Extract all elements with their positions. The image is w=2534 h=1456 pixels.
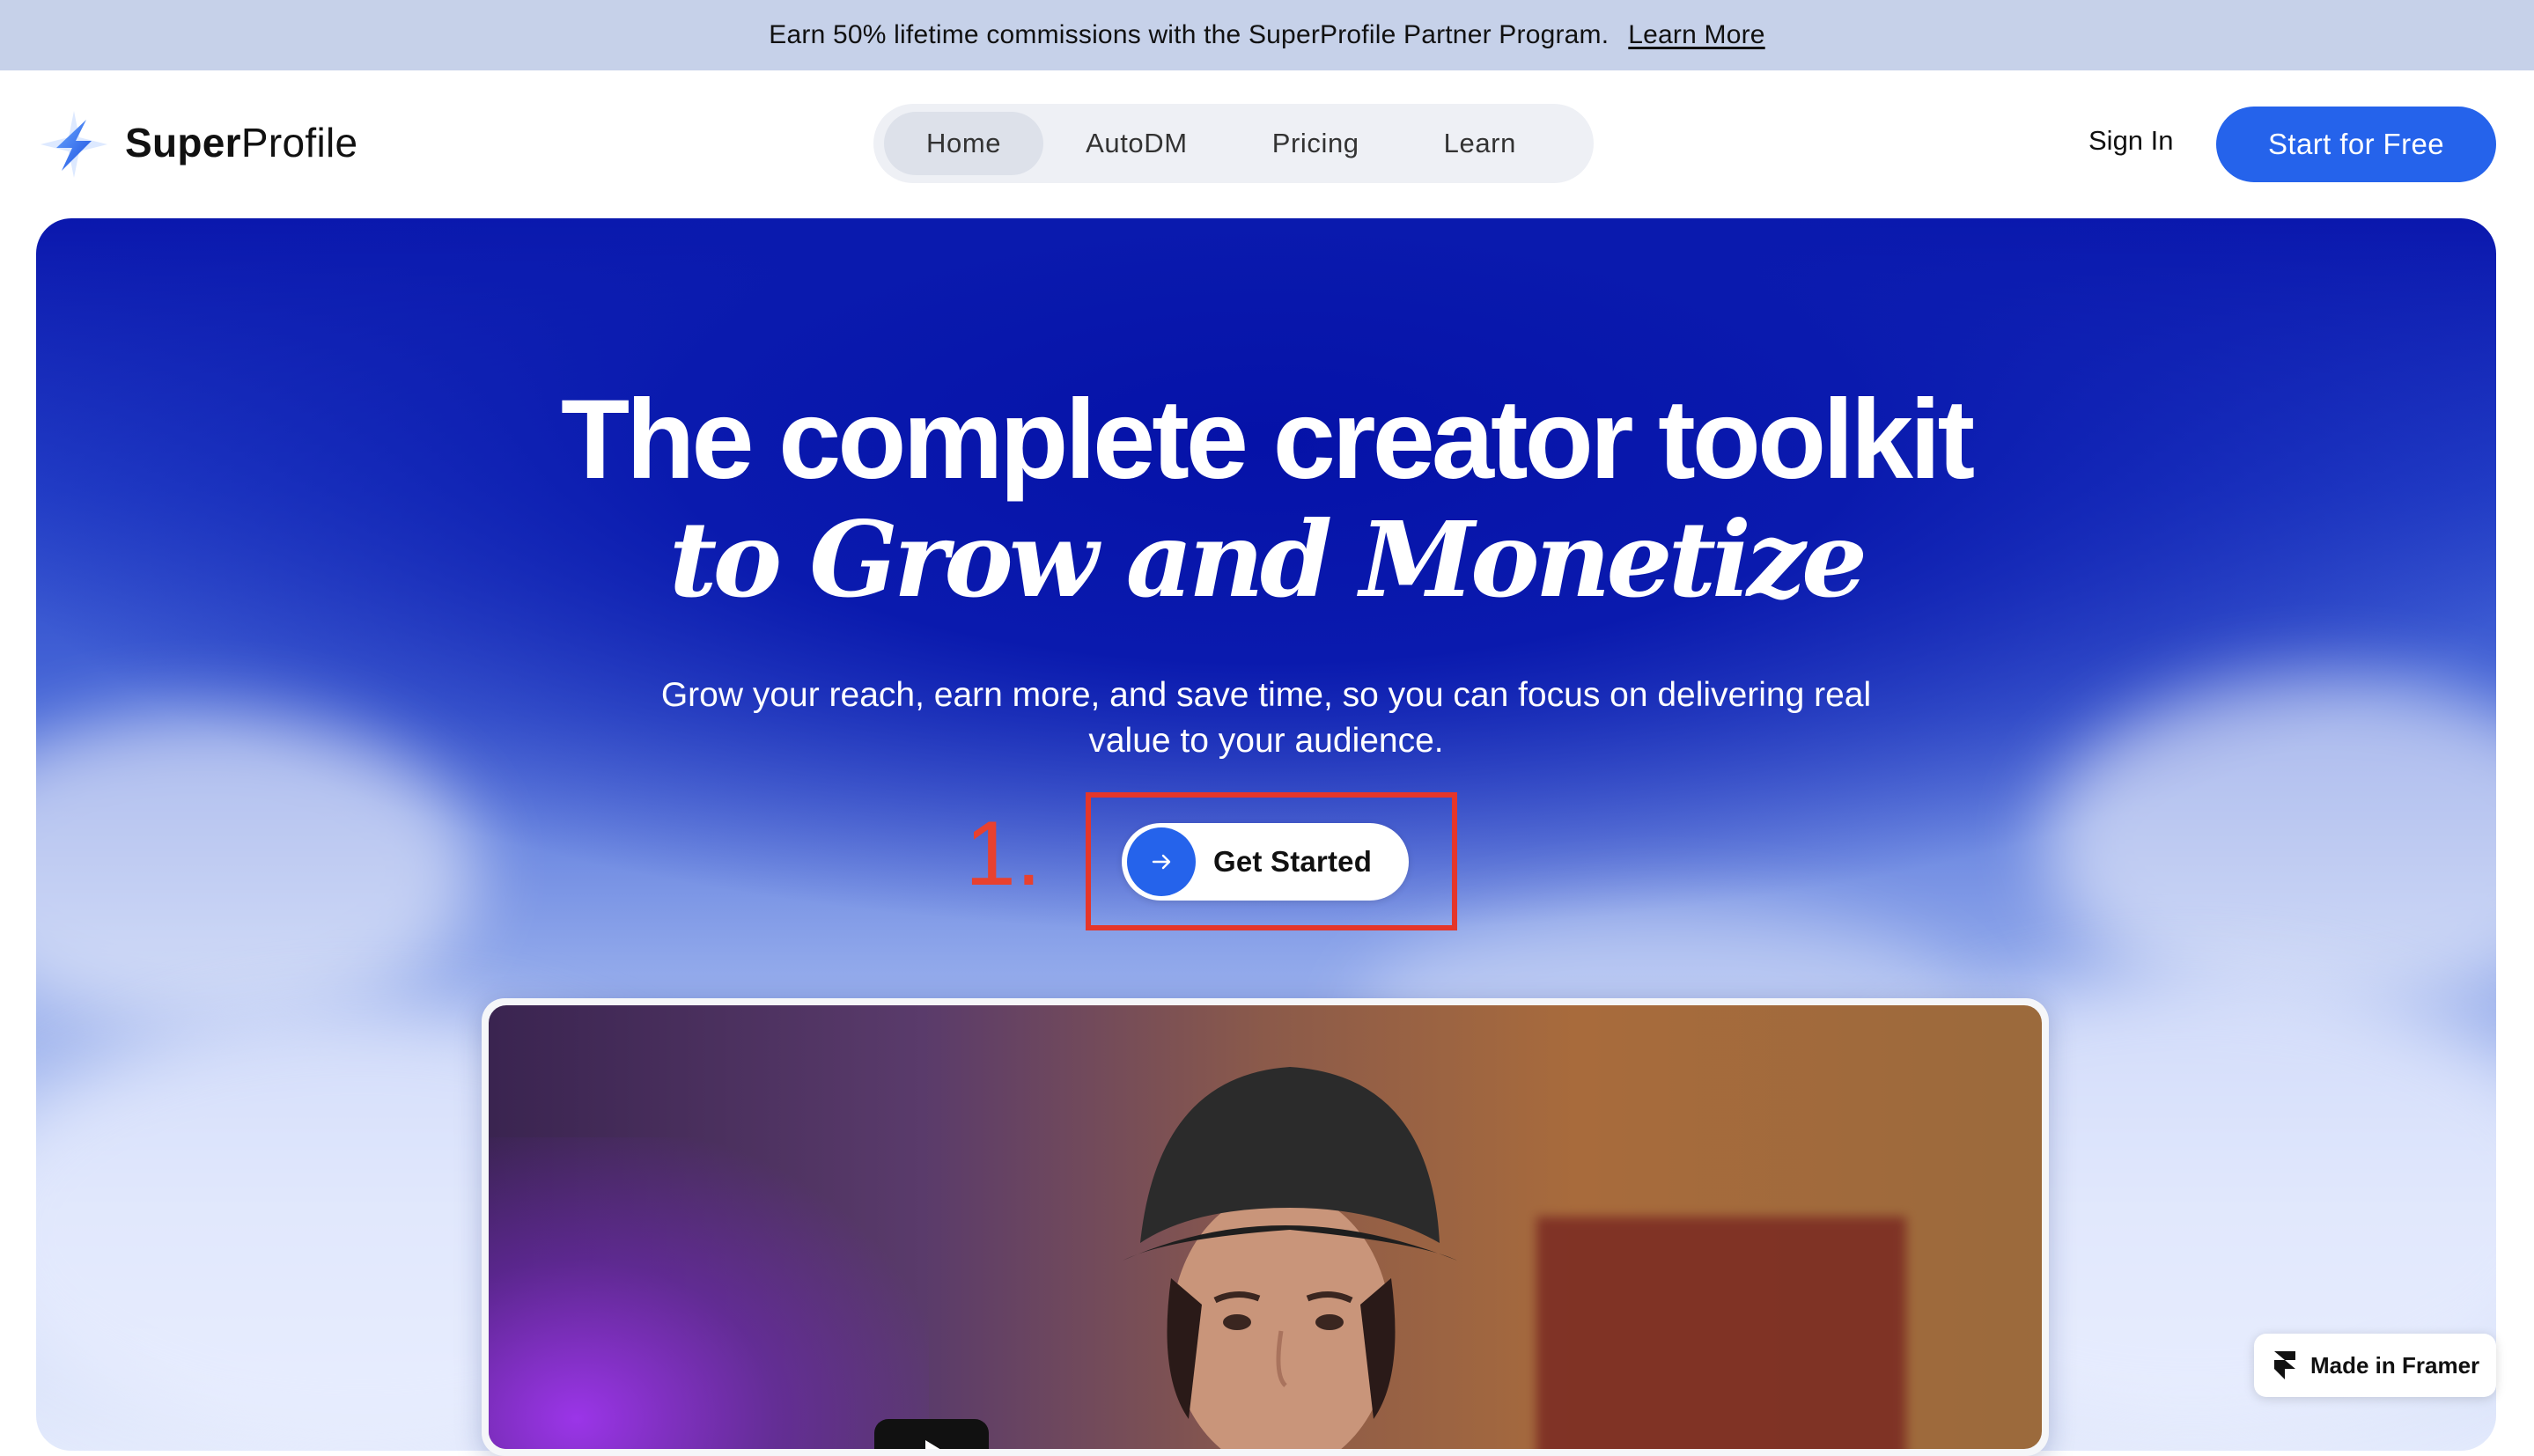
nav-item-home[interactable]: Home (884, 112, 1044, 175)
made-in-framer-badge[interactable]: Made in Framer (2254, 1334, 2496, 1397)
hero-description: Grow your reach, earn more, and save tim… (660, 676, 1872, 760)
cloud-decoration (2044, 676, 2496, 1011)
learn-more-link[interactable]: Learn More (1628, 20, 1764, 50)
made-in-framer-label: Made in Framer (2310, 1351, 2480, 1379)
brand-bold: Super (125, 120, 241, 165)
hero-title: The complete creator toolkit (560, 377, 1975, 503)
brand-regular: Profile (240, 120, 358, 165)
brand-name[interactable]: SuperProfile (125, 116, 357, 169)
nav-item-learn[interactable]: Learn (1402, 112, 1558, 175)
play-icon[interactable] (874, 1419, 989, 1449)
framer-logo-icon (2274, 1351, 2295, 1379)
person-thumbnail-image (1123, 1067, 1457, 1449)
nav-item-autodm[interactable]: AutoDM (1043, 112, 1230, 175)
bolt-star-logo-icon[interactable] (37, 107, 111, 181)
step-annotation: 1. (965, 803, 1042, 905)
cloud-decoration (36, 711, 476, 1028)
hero-subtitle: to Grow and Monetize (668, 498, 1867, 621)
main-nav: Home AutoDM Pricing Learn (873, 104, 1594, 183)
get-started-label: Get Started (1213, 845, 1373, 878)
sign-in-link[interactable]: Sign In (2088, 125, 2174, 157)
get-started-button[interactable]: Get Started (1122, 823, 1409, 901)
video-light-glow (489, 1137, 929, 1449)
start-for-free-button[interactable]: Start for Free (2216, 107, 2496, 182)
nav-item-pricing[interactable]: Pricing (1230, 112, 1402, 175)
video-preview[interactable] (482, 998, 2049, 1456)
video-thumbnail (489, 1005, 2042, 1449)
arrow-right-icon (1127, 827, 1196, 896)
announcement-bar: Earn 50% lifetime commissions with the S… (0, 0, 2534, 70)
announcement-text: Earn 50% lifetime commissions with the S… (769, 20, 1610, 49)
video-background-frame (1536, 1217, 1906, 1449)
